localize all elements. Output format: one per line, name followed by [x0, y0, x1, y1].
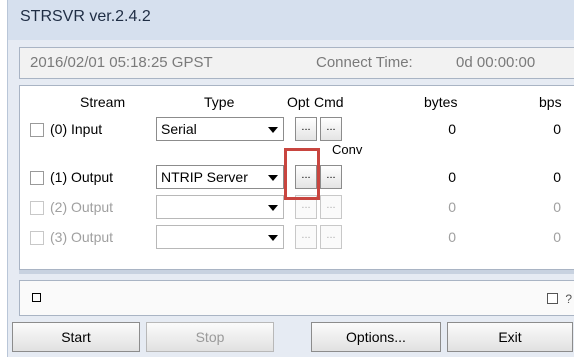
dropdown-arrow-icon: [268, 175, 278, 181]
stream-3-label: (3) Output: [50, 229, 114, 245]
stream-0-bytes: 0: [448, 121, 456, 137]
stream-3-bps: 0: [553, 229, 561, 245]
exit-button[interactable]: Exit: [447, 322, 573, 352]
app-window: STRSVR ver.2.4.2 2016/02/01 05:18:25 GPS…: [7, 0, 574, 357]
start-button[interactable]: Start: [12, 322, 140, 352]
stream-0-label: (0) Input: [50, 121, 103, 137]
highlight-box: [284, 148, 320, 200]
stream-3-bytes: 0: [448, 229, 456, 245]
connect-time-label: Connect Time:: [316, 54, 413, 71]
stream-row-3: (3) Output ... ... 0 0: [20, 224, 574, 254]
datetime-text: 2016/02/01 05:18:25 GPST: [30, 54, 213, 71]
header-bytes: bytes: [424, 94, 458, 110]
window-title: STRSVR ver.2.4.2: [20, 8, 151, 25]
stream-1-conv-button[interactable]: ...: [320, 165, 342, 189]
stop-button[interactable]: Stop: [146, 322, 274, 352]
dropdown-arrow-icon: [268, 235, 278, 241]
stream-1-checkbox[interactable]: [30, 171, 44, 185]
header-opt: Opt: [287, 94, 310, 110]
header-stream: Stream: [80, 94, 126, 110]
stream-2-conv-button[interactable]: ...: [320, 195, 342, 219]
stream-2-type-select[interactable]: [156, 195, 284, 219]
stream-1-bps: 0: [553, 169, 561, 185]
dropdown-arrow-icon: [268, 205, 278, 211]
stream-2-checkbox[interactable]: [30, 201, 44, 215]
stream-2-bytes: 0: [448, 199, 456, 215]
stream-row-0: (0) Input Serial ... ... 0 0: [20, 116, 574, 146]
stream-0-type-select[interactable]: Serial: [156, 117, 284, 141]
title-bar: STRSVR ver.2.4.2: [8, 0, 574, 40]
help-mark[interactable]: ?: [565, 292, 572, 306]
options-button[interactable]: Options...: [311, 322, 441, 352]
stream-0-opt-button[interactable]: ...: [295, 117, 317, 141]
header-cmd: Cmd: [314, 94, 344, 110]
stream-1-type-select[interactable]: NTRIP Server: [156, 165, 284, 189]
stream-3-checkbox[interactable]: [30, 231, 44, 245]
conv-label: Conv: [332, 142, 363, 157]
info-bar: 2016/02/01 05:18:25 GPST Connect Time: 0…: [19, 47, 574, 79]
stream-3-type-select[interactable]: [156, 225, 284, 249]
left-margin: [0, 0, 7, 357]
status-indicator-icon: [32, 293, 41, 302]
stream-2-label: (2) Output: [50, 199, 114, 215]
status-bar: ?: [19, 280, 574, 316]
stream-0-checkbox[interactable]: [30, 123, 44, 137]
stream-0-bps: 0: [553, 121, 561, 137]
header-type: Type: [204, 94, 235, 110]
stream-0-cmd-button[interactable]: ...: [320, 117, 342, 141]
stream-3-opt-button[interactable]: ...: [295, 225, 317, 249]
stream-1-type-value: NTRIP Server: [161, 169, 248, 185]
stream-1-bytes: 0: [448, 169, 456, 185]
window-small-icon: [547, 293, 558, 304]
stream-2-bps: 0: [553, 199, 561, 215]
stream-1-label: (1) Output: [50, 169, 114, 185]
splitter[interactable]: [19, 270, 574, 274]
stream-3-conv-button[interactable]: ...: [320, 225, 342, 249]
dropdown-arrow-icon: [268, 127, 278, 133]
connect-time-value: 0d 00:00:00: [456, 54, 536, 71]
header-bps: bps: [539, 94, 562, 110]
stream-0-type-value: Serial: [161, 121, 197, 137]
